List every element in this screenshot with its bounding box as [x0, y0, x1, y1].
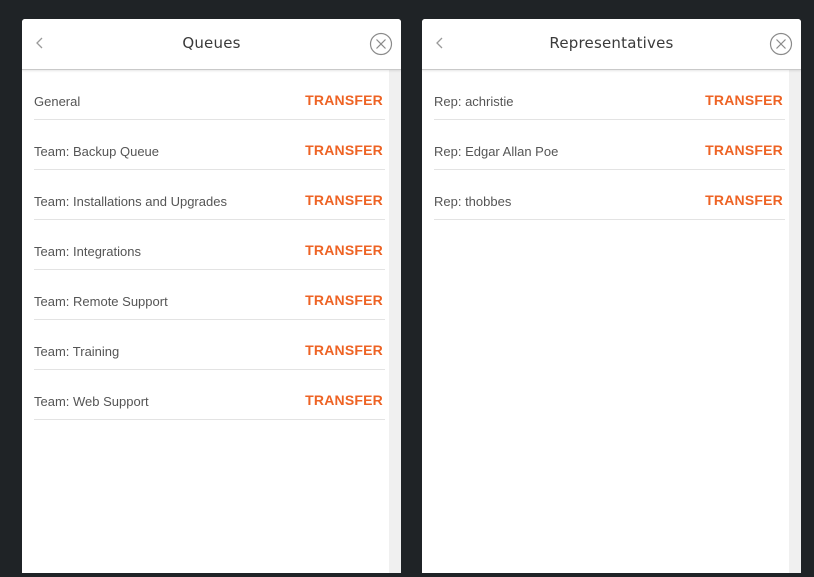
transfer-button[interactable]: TRANSFER: [305, 242, 383, 258]
representatives-panel-header: Representatives: [422, 19, 801, 70]
queues-panel: Queues General TRANSFER Team: Backup Que…: [22, 19, 401, 573]
queue-label: General: [34, 94, 81, 109]
close-button[interactable]: [369, 32, 393, 56]
close-circle-icon: [369, 32, 393, 56]
close-circle-icon: [769, 32, 793, 56]
list-item: Team: Installations and Upgrades TRANSFE…: [34, 170, 385, 220]
list-item: Team: Web Support TRANSFER: [34, 370, 385, 420]
transfer-button[interactable]: TRANSFER: [305, 192, 383, 208]
list-item: Rep: thobbes TRANSFER: [434, 170, 785, 220]
transfer-button[interactable]: TRANSFER: [705, 192, 783, 208]
transfer-button[interactable]: TRANSFER: [305, 292, 383, 308]
panel-title: Queues: [182, 34, 241, 52]
queue-list-area: General TRANSFER Team: Backup Queue TRAN…: [22, 70, 401, 573]
queue-label: Team: Remote Support: [34, 294, 168, 309]
representative-label: Rep: thobbes: [434, 194, 512, 209]
scrollbar[interactable]: [389, 70, 401, 573]
transfer-button[interactable]: TRANSFER: [705, 92, 783, 108]
representatives-panel: Representatives Rep: achristie TRANSFER …: [422, 19, 801, 573]
queue-label: Team: Backup Queue: [34, 144, 160, 159]
list-item: General TRANSFER: [34, 70, 385, 120]
queue-list: General TRANSFER Team: Backup Queue TRAN…: [22, 70, 389, 573]
queue-label: Team: Installations and Upgrades: [34, 194, 227, 209]
transfer-button[interactable]: TRANSFER: [705, 142, 783, 158]
list-item: Rep: achristie TRANSFER: [434, 70, 785, 120]
queue-label: Team: Integrations: [34, 244, 141, 259]
list-item: Team: Training TRANSFER: [34, 320, 385, 370]
representative-label: Rep: Edgar Allan Poe: [434, 144, 559, 159]
list-item: Team: Backup Queue TRANSFER: [34, 120, 385, 170]
transfer-button[interactable]: TRANSFER: [305, 342, 383, 358]
panel-title: Representatives: [549, 34, 674, 52]
queue-label: Team: Web Support: [34, 394, 149, 409]
representative-list: Rep: achristie TRANSFER Rep: Edgar Allan…: [422, 70, 789, 573]
queues-panel-header: Queues: [22, 19, 401, 70]
transfer-button[interactable]: TRANSFER: [305, 92, 383, 108]
transfer-button[interactable]: TRANSFER: [305, 142, 383, 158]
representative-label: Rep: achristie: [434, 94, 514, 109]
queue-label: Team: Training: [34, 344, 120, 359]
representative-list-area: Rep: achristie TRANSFER Rep: Edgar Allan…: [422, 70, 801, 573]
list-item: Rep: Edgar Allan Poe TRANSFER: [434, 120, 785, 170]
close-button[interactable]: [769, 32, 793, 56]
scrollbar[interactable]: [789, 70, 801, 573]
list-item: Team: Integrations TRANSFER: [34, 220, 385, 270]
list-item: Team: Remote Support TRANSFER: [34, 270, 385, 320]
transfer-button[interactable]: TRANSFER: [305, 392, 383, 408]
